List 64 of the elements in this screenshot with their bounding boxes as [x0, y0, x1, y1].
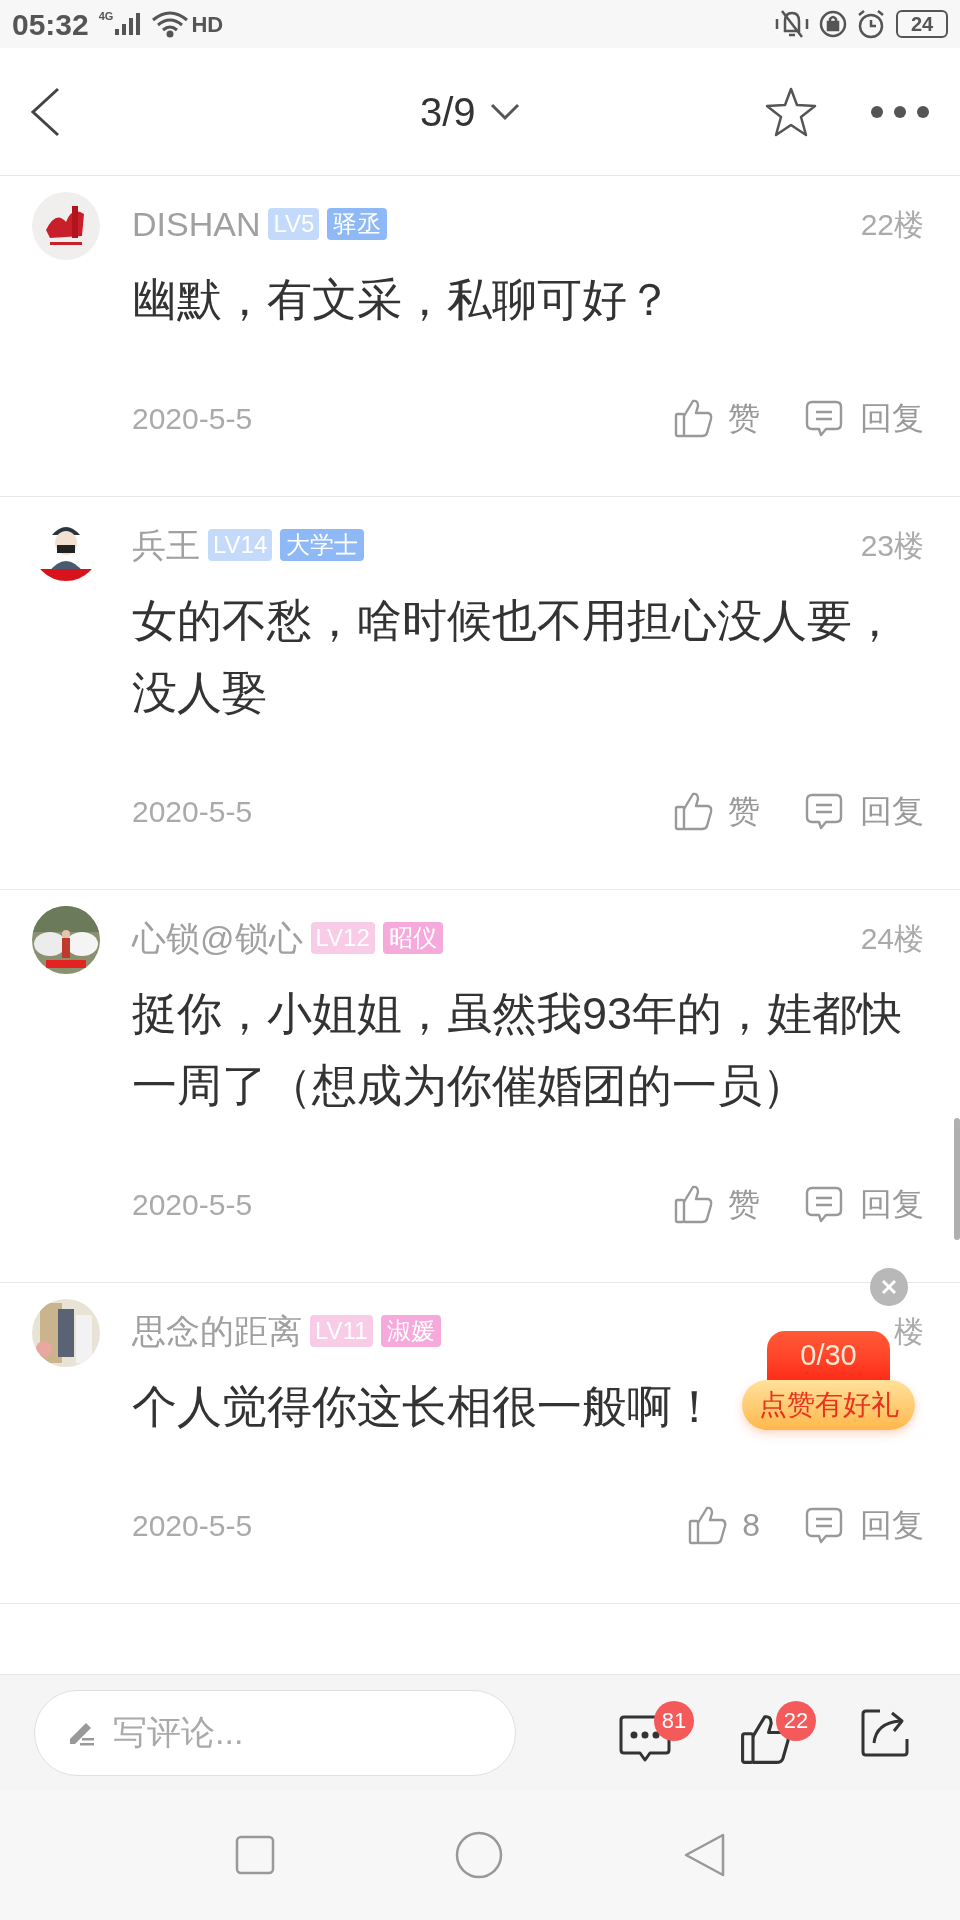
title-badge: 昭仪 — [382, 922, 443, 954]
comment-text: 个人觉得你这长相很一般啊！ — [132, 1380, 717, 1434]
comment-date: 2020-5-5 — [132, 1186, 253, 1223]
title-badge: 驿丞 — [327, 208, 388, 240]
thumbs-up-icon — [674, 398, 714, 438]
vibrate-mute-icon — [774, 9, 810, 39]
comment-text: 幽默，有文采，私聊可好？ — [132, 273, 672, 327]
more-icon[interactable] — [870, 104, 930, 119]
home-icon[interactable] — [455, 1831, 503, 1879]
status-time: 05:32 — [12, 6, 89, 43]
reply-button[interactable]: 回复 — [804, 394, 924, 442]
alarm-icon — [856, 9, 886, 39]
like-button[interactable]: 赞 — [674, 394, 760, 442]
count-badge: 22 — [776, 1700, 816, 1741]
level-badge: LV14 — [208, 529, 273, 561]
floor-number: 24楼 — [860, 920, 924, 957]
title-badge: 淑媛 — [380, 1315, 441, 1347]
reply-button[interactable]: 回复 — [804, 1180, 924, 1228]
battery-level: 24 — [910, 12, 934, 37]
floor-number: 23楼 — [860, 527, 924, 564]
comment-date: 2020-5-5 — [132, 400, 253, 437]
floor-number: 楼 — [894, 1313, 924, 1350]
close-icon[interactable] — [870, 1268, 908, 1306]
count-badge: 81 — [654, 1700, 694, 1741]
promo-button[interactable]: 点赞有好礼 — [742, 1380, 915, 1430]
username[interactable]: DISHAN — [132, 198, 261, 250]
speech-bubble-icon — [804, 1184, 844, 1224]
title-badge: 大学士 — [280, 529, 365, 561]
lock-rotation-icon — [818, 9, 848, 39]
like-button[interactable]: 8 — [688, 1501, 760, 1549]
recent-apps-icon[interactable] — [235, 1835, 275, 1875]
username[interactable]: 思念的距离 — [132, 1305, 302, 1357]
like-button[interactable]: 赞 — [674, 787, 760, 835]
page-selector[interactable]: 3/9 — [420, 81, 520, 142]
speech-bubble-icon — [804, 1505, 844, 1545]
signal-icon — [115, 11, 142, 37]
thumbs-up-icon — [674, 1184, 714, 1224]
thumbs-up-icon — [688, 1505, 729, 1545]
comment-date: 2020-5-5 — [132, 1507, 253, 1544]
comment-text: 女的不愁，啥时候也不用担心没人要，没人娶 — [132, 594, 898, 720]
back-nav-icon[interactable] — [683, 1832, 725, 1878]
comment-input[interactable]: 写评论... — [34, 1689, 516, 1776]
username[interactable]: 兵王 — [132, 519, 200, 571]
like-button[interactable]: 赞 — [674, 1180, 760, 1228]
speech-bubble-icon — [804, 398, 844, 438]
thumbs-up-icon — [674, 791, 714, 831]
like-count-button[interactable]: 22 — [740, 1700, 820, 1765]
floor-number: 22楼 — [860, 206, 924, 243]
username[interactable]: 心锁@锁心 — [132, 912, 303, 964]
like-goal-counter[interactable]: 0/30 — [767, 1331, 890, 1380]
reply-button[interactable]: 回复 — [804, 787, 924, 835]
chevron-down-icon — [489, 102, 520, 121]
reply-button[interactable]: 回复 — [804, 1501, 924, 1549]
scrollbar[interactable] — [954, 1118, 960, 1240]
comment-text: 挺你，小姐姐，虽然我93年的，娃都快一周了（想成为你催婚团的一员） — [132, 987, 904, 1113]
hd-label: HD — [191, 10, 224, 39]
comments-button[interactable]: 81 — [618, 1700, 698, 1765]
star-icon[interactable] — [764, 85, 818, 138]
wifi-icon — [151, 10, 190, 38]
comment-date: 2020-5-5 — [132, 793, 253, 830]
level-badge: LV5 — [268, 208, 320, 240]
back-icon[interactable] — [30, 86, 60, 137]
network-type: 4G — [98, 9, 114, 24]
speech-bubble-icon — [804, 791, 844, 831]
